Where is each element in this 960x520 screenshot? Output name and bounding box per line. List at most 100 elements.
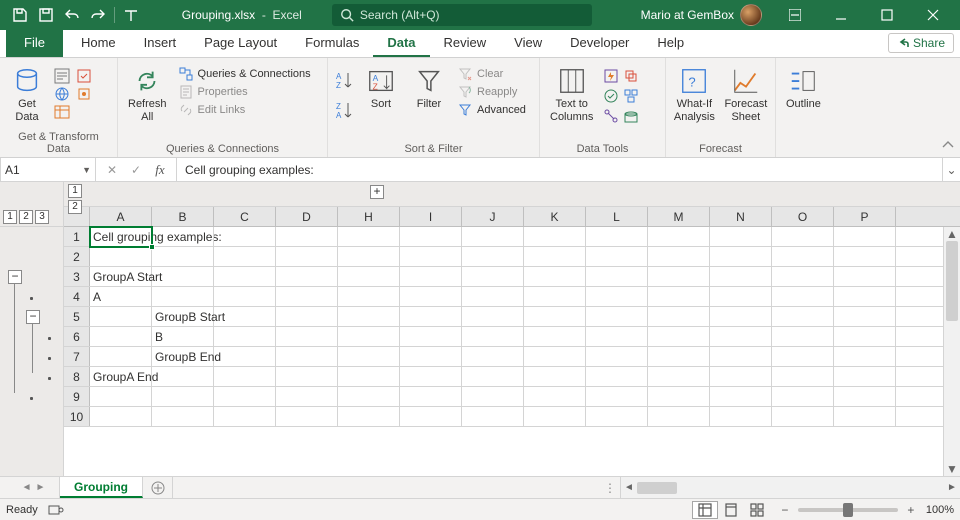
cell-P1[interactable] — [834, 227, 896, 246]
name-box-dropdown-icon[interactable]: ▼ — [82, 165, 91, 175]
minimize-button[interactable] — [818, 0, 864, 30]
cell-K1[interactable] — [524, 227, 586, 246]
flash-fill-icon[interactable] — [603, 68, 619, 84]
colhdr-L[interactable]: L — [586, 207, 648, 226]
cell-A3[interactable]: GroupA Start — [90, 267, 152, 286]
colhdr-M[interactable]: M — [648, 207, 710, 226]
cell-H1[interactable] — [338, 227, 400, 246]
scroll-up-icon[interactable]: ▲ — [944, 227, 960, 241]
colhdr-I[interactable]: I — [400, 207, 462, 226]
insert-function-button[interactable]: fx — [148, 162, 172, 178]
cell-A1[interactable]: Cell grouping examples: — [90, 227, 152, 246]
scroll-right-icon[interactable]: ► — [944, 482, 960, 493]
horizontal-scrollbar[interactable]: ◄ ► — [620, 477, 960, 498]
tab-home[interactable]: Home — [67, 30, 130, 57]
relationships-icon[interactable] — [603, 108, 619, 124]
sort-button[interactable]: AZ Sort — [360, 64, 402, 113]
refresh-all-button[interactable]: Refresh All — [124, 64, 171, 125]
cancel-formula-button[interactable]: ✕ — [100, 163, 124, 177]
macro-record-icon[interactable] — [48, 503, 64, 517]
redo-button[interactable] — [86, 3, 110, 27]
rowhdr-1[interactable]: 1 — [64, 227, 90, 246]
outline-collapse-groupa[interactable]: − — [8, 270, 22, 284]
row-level-3[interactable]: 3 — [35, 210, 49, 224]
rowhdr-2[interactable]: 2 — [64, 247, 90, 266]
rowhdr-8[interactable]: 8 — [64, 367, 90, 386]
page-layout-view-button[interactable] — [718, 501, 744, 519]
rowhdr-5[interactable]: 5 — [64, 307, 90, 326]
vscroll-thumb[interactable] — [946, 241, 958, 321]
colhdr-C[interactable]: C — [214, 207, 276, 226]
tab-developer[interactable]: Developer — [556, 30, 643, 57]
colhdr-P[interactable]: P — [834, 207, 896, 226]
vertical-scrollbar[interactable]: ▲ ▼ — [943, 227, 960, 476]
scroll-left-icon[interactable]: ◄ — [621, 482, 637, 493]
cell-J1[interactable] — [462, 227, 524, 246]
tab-data[interactable]: Data — [373, 30, 429, 57]
zoom-out-button[interactable]: − — [778, 503, 792, 517]
cell-A8[interactable]: GroupA End — [90, 367, 152, 386]
filter-button[interactable]: Filter — [408, 64, 450, 113]
cell-A4[interactable]: A — [90, 287, 152, 306]
zoom-knob[interactable] — [843, 503, 853, 517]
cell-C1[interactable] — [214, 227, 276, 246]
share-button[interactable]: Share — [888, 33, 954, 53]
text-to-columns-button[interactable]: Text to Columns — [546, 64, 597, 125]
outline-collapse-groupb[interactable]: − — [26, 310, 40, 324]
row-level-1[interactable]: 1 — [3, 210, 17, 224]
undo-button[interactable] — [60, 3, 84, 27]
cell-O1[interactable] — [772, 227, 834, 246]
hscroll-track[interactable] — [637, 482, 944, 494]
forecast-sheet-button[interactable]: Forecast Sheet — [723, 64, 769, 125]
zoom-slider[interactable] — [798, 508, 898, 512]
advanced-filter-button[interactable]: Advanced — [456, 102, 528, 118]
queries-connections-button[interactable]: Queries & Connections — [177, 66, 313, 82]
tab-file[interactable]: File — [6, 30, 63, 57]
cell-N1[interactable] — [710, 227, 772, 246]
rowhdr-6[interactable]: 6 — [64, 327, 90, 346]
whatif-button[interactable]: ? What-If Analysis — [672, 64, 717, 125]
rowhdr-4[interactable]: 4 — [64, 287, 90, 306]
from-text-icon[interactable] — [54, 68, 70, 84]
rowhdr-7[interactable]: 7 — [64, 347, 90, 366]
qat-customize-icon[interactable] — [119, 3, 143, 27]
remove-dup-icon[interactable] — [623, 68, 639, 84]
row-level-2[interactable]: 2 — [19, 210, 33, 224]
name-box[interactable]: A1 ▼ — [0, 158, 96, 181]
colhdr-K[interactable]: K — [524, 207, 586, 226]
zoom-in-button[interactable]: + — [904, 503, 918, 517]
sort-asc-icon[interactable]: AZ — [334, 70, 354, 90]
existing-conn-icon[interactable] — [76, 86, 92, 102]
enter-formula-button[interactable]: ✓ — [124, 163, 148, 177]
autosave-icon[interactable] — [8, 3, 32, 27]
col-level-1[interactable]: 1 — [68, 184, 82, 198]
save-button[interactable] — [34, 3, 58, 27]
cell-B5[interactable]: GroupB Start — [152, 307, 214, 326]
column-group-expand[interactable]: + — [370, 185, 384, 199]
expand-formula-bar[interactable]: ⌄ — [942, 158, 960, 181]
consolidate-icon[interactable] — [623, 88, 639, 104]
account-user[interactable]: Mario at GemBox — [631, 4, 772, 26]
add-sheet-button[interactable] — [143, 477, 173, 498]
tab-page-layout[interactable]: Page Layout — [190, 30, 291, 57]
cell-B7[interactable]: GroupB End — [152, 347, 214, 366]
recent-sources-icon[interactable] — [76, 68, 92, 84]
col-level-2[interactable]: 2 — [68, 200, 82, 214]
reapply-button[interactable]: Reapply — [456, 84, 528, 100]
zoom-level[interactable]: 100% — [926, 504, 954, 516]
data-validation-icon[interactable] — [603, 88, 619, 104]
rowhdr-3[interactable]: 3 — [64, 267, 90, 286]
tab-review[interactable]: Review — [430, 30, 501, 57]
from-table-icon[interactable] — [54, 104, 70, 120]
tab-view[interactable]: View — [500, 30, 556, 57]
maximize-button[interactable] — [864, 0, 910, 30]
rowhdr-9[interactable]: 9 — [64, 387, 90, 406]
cell-D1[interactable] — [276, 227, 338, 246]
close-button[interactable] — [910, 0, 956, 30]
collapse-ribbon-button[interactable] — [940, 137, 956, 153]
edit-links-button[interactable]: Edit Links — [177, 102, 313, 118]
from-web-icon[interactable] — [54, 86, 70, 102]
colhdr-J[interactable]: J — [462, 207, 524, 226]
colhdr-O[interactable]: O — [772, 207, 834, 226]
outline-button[interactable]: Outline — [782, 64, 825, 113]
